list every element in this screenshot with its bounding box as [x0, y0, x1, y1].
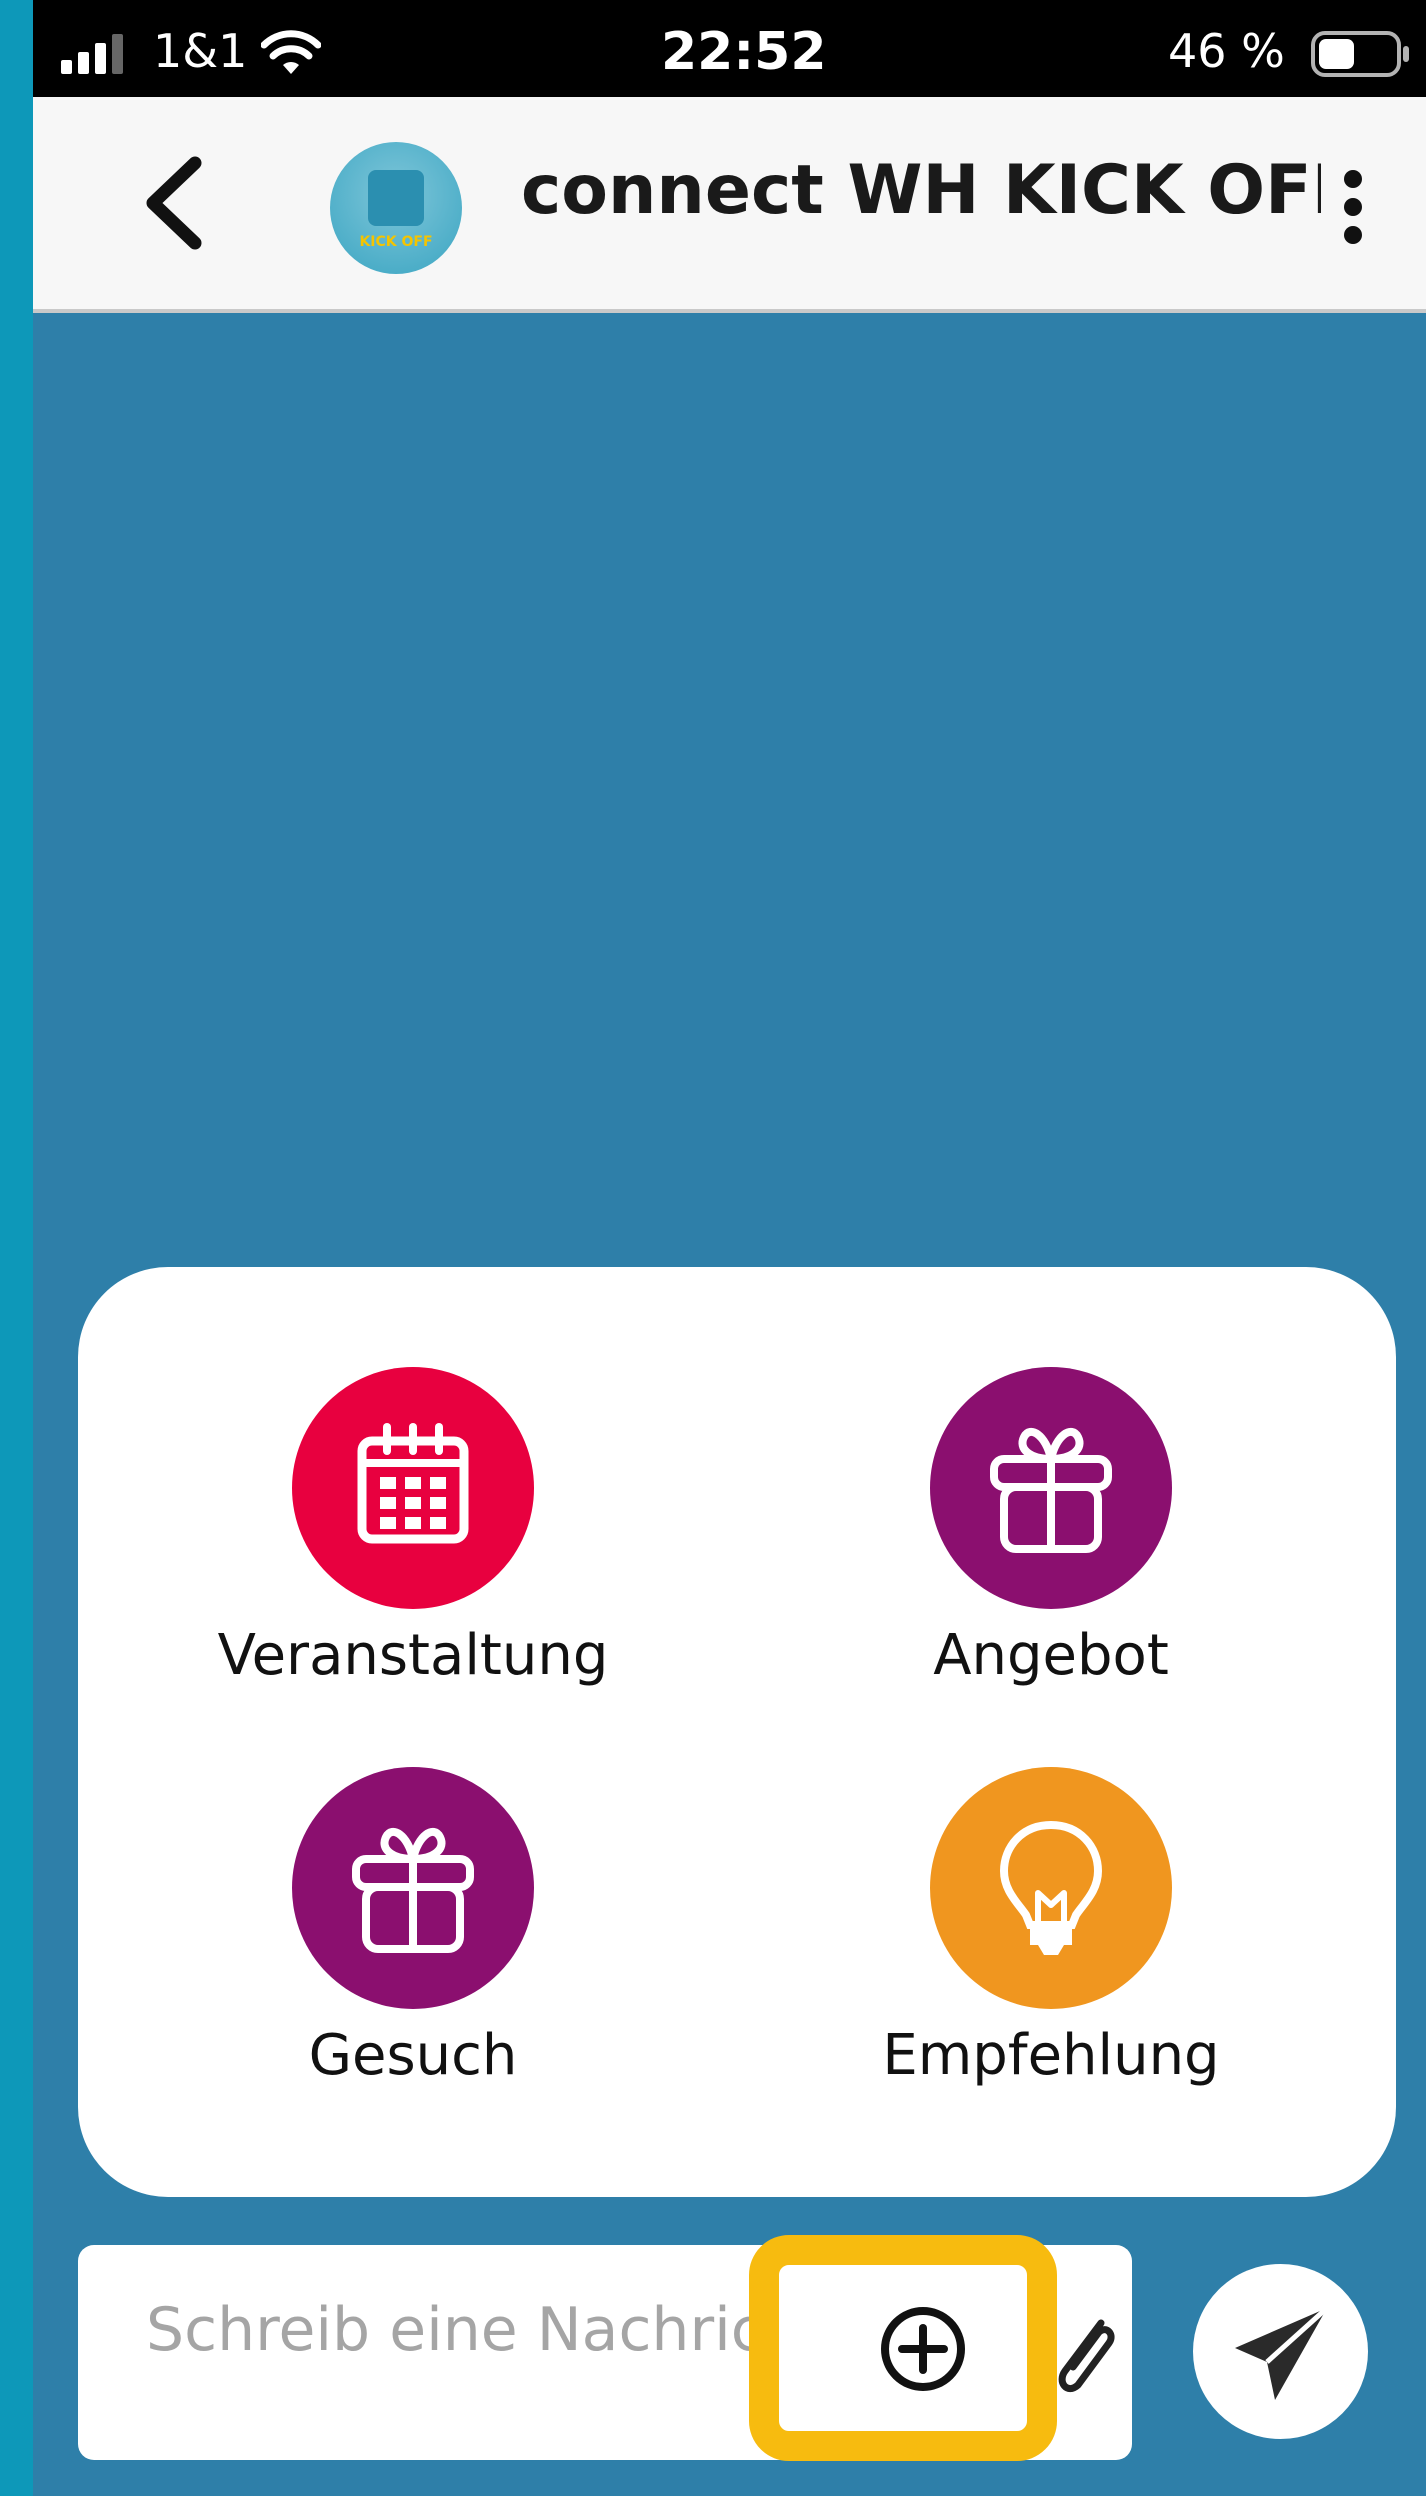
action-veranstaltung-circle[interactable]: [292, 1367, 534, 1609]
action-empfehlung[interactable]: Empfehlung: [801, 1767, 1301, 2088]
wifi-icon: [261, 30, 321, 74]
status-bar: 1&1 22:52 46 %: [33, 0, 1426, 97]
avatar-logo-text: KICK OFF: [359, 234, 433, 250]
action-empfehlung-circle[interactable]: [930, 1767, 1172, 2009]
lightbulb-icon: [999, 1820, 1103, 1955]
action-angebot-label: Angebot: [933, 1623, 1169, 1688]
send-button[interactable]: [1193, 2264, 1368, 2439]
send-icon: [1235, 2306, 1329, 2400]
battery-icon: [1311, 31, 1409, 77]
back-arrow-icon[interactable]: [133, 153, 213, 253]
action-gesuch-circle[interactable]: [292, 1767, 534, 2009]
action-angebot-circle[interactable]: [930, 1367, 1172, 1609]
signal-icon: [61, 34, 123, 74]
action-veranstaltung-label: Veranstaltung: [217, 1623, 609, 1688]
avatar-logo-icon: [368, 170, 424, 226]
outer-frame: [0, 0, 33, 2496]
chat-title[interactable]: connect WH KICK OFF a: [521, 151, 1321, 230]
post-type-menu: Veranstaltung Angebot Gesuch Empfehlung: [78, 1267, 1396, 2197]
action-gesuch-label: Gesuch: [308, 2023, 518, 2088]
gift-icon: [352, 1828, 474, 1953]
add-plus-icon[interactable]: [878, 2304, 968, 2394]
action-angebot[interactable]: Angebot: [801, 1367, 1301, 1688]
action-gesuch[interactable]: Gesuch: [163, 1767, 663, 2088]
group-avatar[interactable]: KICK OFF: [330, 142, 462, 274]
carrier-label: 1&1: [153, 24, 248, 78]
battery-percent: 46 %: [1168, 24, 1285, 78]
status-time: 22:52: [661, 22, 827, 82]
message-placeholder: Schreib eine Nachricht: [146, 2295, 826, 2365]
chat-header: KICK OFF connect WH KICK OFF a: [33, 97, 1426, 313]
action-empfehlung-label: Empfehlung: [882, 2023, 1220, 2088]
more-options-icon[interactable]: [1323, 157, 1383, 257]
calendar-icon: [357, 1423, 469, 1544]
phone-screen: 1&1 22:52 46 % KICK OFF connect WH KICK …: [33, 0, 1426, 2496]
gift-icon: [990, 1428, 1112, 1553]
action-veranstaltung[interactable]: Veranstaltung: [163, 1367, 663, 1688]
